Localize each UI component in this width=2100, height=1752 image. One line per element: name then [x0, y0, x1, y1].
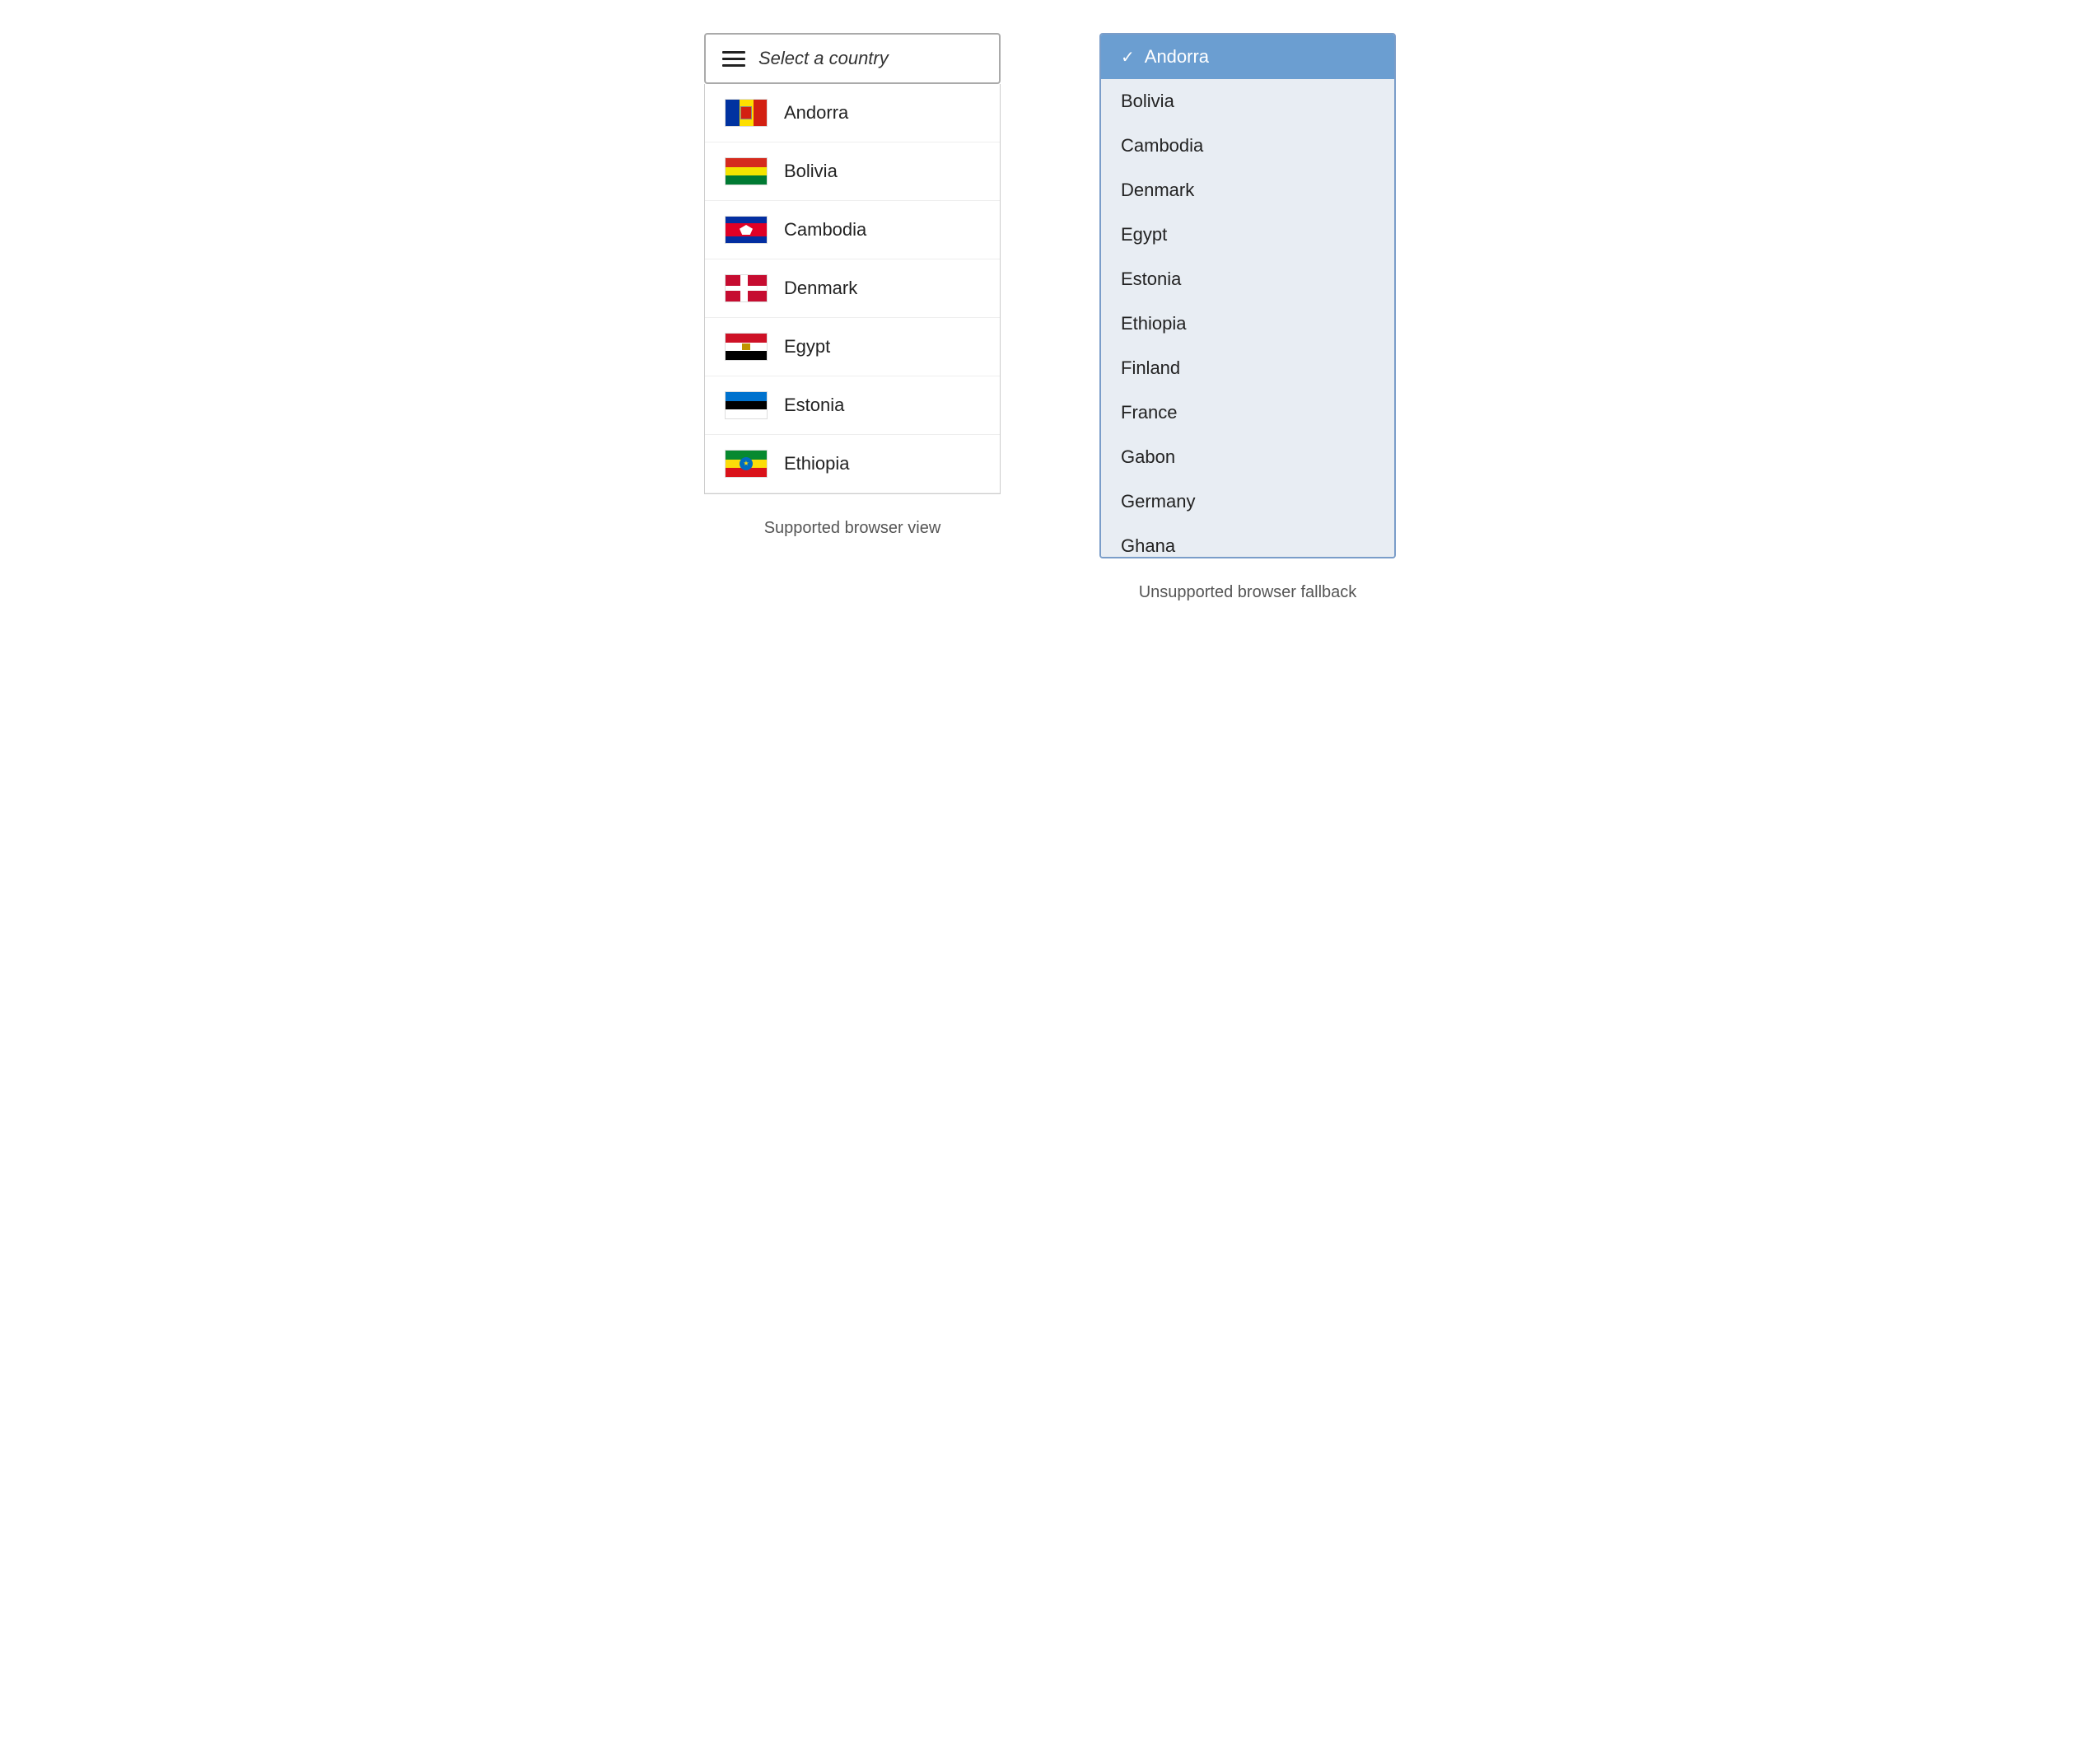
native-select[interactable]: ✓ Andorra Bolivia Cambodia Denmark Egypt…	[1099, 33, 1396, 558]
option-label: Denmark	[1121, 180, 1194, 201]
native-select-wrapper: ✓ Andorra Bolivia Cambodia Denmark Egypt…	[1099, 33, 1396, 558]
country-name: Andorra	[784, 102, 848, 124]
option-label: Estonia	[1121, 269, 1181, 290]
flag-ethiopia: ★	[725, 450, 768, 478]
trigger-label: Select a country	[758, 48, 889, 69]
custom-dropdown[interactable]: Andorra Bolivia	[704, 84, 1001, 494]
selected-option-label: Andorra	[1145, 46, 1209, 68]
custom-select-wrapper: Select a country Andorra	[704, 33, 1001, 494]
left-panel-caption: Supported browser view	[764, 519, 941, 538]
list-item[interactable]: Cambodia	[705, 201, 1000, 259]
page-container: Select a country Andorra	[704, 33, 1396, 602]
checkmark-icon: ✓	[1121, 47, 1135, 68]
list-item[interactable]: Egypt	[705, 318, 1000, 376]
country-name: Egypt	[784, 336, 830, 357]
option-label: Gabon	[1121, 446, 1175, 468]
list-item[interactable]: Denmark	[705, 259, 1000, 318]
list-item[interactable]: France	[1101, 390, 1394, 435]
list-item[interactable]: Estonia	[1101, 257, 1394, 301]
list-item[interactable]: Denmark	[1101, 168, 1394, 213]
option-label: Ethiopia	[1121, 313, 1187, 334]
custom-select-trigger[interactable]: Select a country	[704, 33, 1001, 84]
list-item[interactable]: Ghana	[1101, 524, 1394, 557]
left-panel: Select a country Andorra	[704, 33, 1001, 538]
list-item[interactable]: Ethiopia	[1101, 301, 1394, 346]
list-item[interactable]: Gabon	[1101, 435, 1394, 479]
option-label: Ghana	[1121, 535, 1175, 557]
list-item[interactable]: Germany	[1101, 479, 1394, 524]
list-item[interactable]: Finland	[1101, 346, 1394, 390]
right-panel: ✓ Andorra Bolivia Cambodia Denmark Egypt…	[1099, 33, 1396, 602]
right-panel-caption: Unsupported browser fallback	[1139, 583, 1357, 602]
options-list[interactable]: Bolivia Cambodia Denmark Egypt Estonia E…	[1101, 79, 1394, 557]
country-name: Cambodia	[784, 219, 866, 241]
option-label: Bolivia	[1121, 91, 1174, 112]
option-label: France	[1121, 402, 1177, 423]
flag-denmark	[725, 274, 768, 302]
country-name: Bolivia	[784, 161, 838, 182]
flag-andorra	[725, 99, 768, 127]
select-option-selected[interactable]: ✓ Andorra	[1101, 35, 1394, 79]
option-label: Egypt	[1121, 224, 1167, 245]
hamburger-icon	[722, 51, 745, 67]
list-item[interactable]: Estonia	[705, 376, 1000, 435]
list-item[interactable]: ★ Ethiopia	[705, 435, 1000, 493]
flag-bolivia	[725, 157, 768, 185]
flag-estonia	[725, 391, 768, 419]
list-item[interactable]: Andorra	[705, 84, 1000, 142]
option-label: Germany	[1121, 491, 1195, 512]
list-item[interactable]: Bolivia	[1101, 79, 1394, 124]
country-name: Estonia	[784, 395, 844, 416]
flag-egypt	[725, 333, 768, 361]
list-item[interactable]: Cambodia	[1101, 124, 1394, 168]
option-label: Finland	[1121, 357, 1180, 379]
country-name: Ethiopia	[784, 453, 850, 474]
country-name: Denmark	[784, 278, 857, 299]
list-item[interactable]: Bolivia	[705, 142, 1000, 201]
option-label: Cambodia	[1121, 135, 1203, 157]
flag-cambodia	[725, 216, 768, 244]
list-item[interactable]: Egypt	[1101, 213, 1394, 257]
